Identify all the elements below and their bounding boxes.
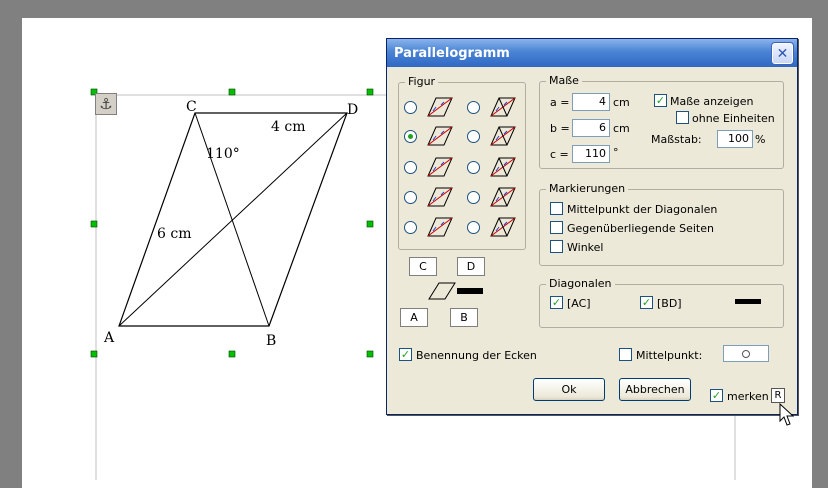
diagonal-bd-checkbox[interactable]: ✓ <box>640 296 653 309</box>
marker-opposite-sides-label: Gegenüberliegende Seiten <box>567 222 714 235</box>
figure-option-radio[interactable] <box>404 101 417 114</box>
diagonal-bd-label: [BD] <box>657 297 682 310</box>
diagonal-ac-checkbox[interactable]: ✓ <box>550 296 563 309</box>
markierungen-group-title: Markierungen <box>546 182 629 195</box>
vertex-label-c: C <box>186 99 197 115</box>
remember-checkbox[interactable]: ✓ <box>710 389 723 402</box>
vertex-label-b: B <box>266 333 277 349</box>
c-label: c = <box>550 148 569 161</box>
marker-angle-label: Winkel <box>567 241 604 254</box>
side-label-top: 4 cm <box>271 119 306 135</box>
parallelogram-variant-icon <box>490 187 516 207</box>
close-icon[interactable]: ✕ <box>772 43 793 64</box>
corner-box-b[interactable]: B <box>450 308 478 327</box>
a-unit: cm <box>613 96 630 109</box>
corner-box-d[interactable]: D <box>457 257 485 276</box>
figure-option-radio[interactable] <box>467 191 480 204</box>
r-button[interactable]: R <box>771 388 785 403</box>
dialog-titlebar[interactable]: Parallelogramm ✕ <box>387 39 797 67</box>
figure-option-radio[interactable] <box>467 101 480 114</box>
marker-opposite-sides-checkbox[interactable] <box>550 221 563 234</box>
corner-naming-label: Benennung der Ecken <box>416 349 537 362</box>
parallelogram-dialog: Parallelogramm ✕ Figur C D A B Maße a = … <box>386 38 798 415</box>
remember-label: merken <box>727 390 769 403</box>
vertex-label-d: D <box>347 102 359 118</box>
parallelogram-variant-icon <box>427 97 453 117</box>
no-units-label: ohne Einheiten <box>692 112 775 125</box>
figure-option-radio[interactable] <box>467 130 480 143</box>
figure-option-radio[interactable] <box>467 161 480 174</box>
masse-group-title: Maße <box>546 74 582 87</box>
figur-group-title: Figur <box>405 75 439 88</box>
figure-option-radio[interactable] <box>404 191 417 204</box>
parallelogram-variant-icon <box>490 157 516 177</box>
midpoint-checkbox[interactable] <box>619 348 632 361</box>
parallelogram-variant-icon <box>490 97 516 117</box>
a-label: a = <box>550 96 570 109</box>
marker-midpoint-label: Mittelpunkt der Diagonalen <box>567 203 718 216</box>
scale-unit: % <box>755 133 766 146</box>
scale-input[interactable]: 100 <box>717 130 753 148</box>
parallelogram-variant-icon <box>427 187 453 207</box>
diagonal-bd <box>194 112 270 327</box>
marker-midpoint-checkbox[interactable] <box>550 202 563 215</box>
c-input[interactable]: 110 <box>572 145 610 163</box>
angle-label: 110° <box>206 146 240 162</box>
dialog-title: Parallelogramm <box>394 45 510 61</box>
diagonalen-group-title: Diagonalen <box>546 277 615 290</box>
vertex-label-a: A <box>104 330 115 346</box>
parallelogram-variant-icon <box>427 217 453 237</box>
anchor-icon[interactable]: ⚓ <box>95 93 117 115</box>
marker-angle-checkbox[interactable] <box>550 240 563 253</box>
midpoint-label: Mittelpunkt: <box>636 349 703 362</box>
no-units-checkbox[interactable] <box>676 111 689 124</box>
selection-handles <box>90 88 374 358</box>
figure-option-radio[interactable] <box>404 221 417 234</box>
figure-option-radio[interactable] <box>467 221 480 234</box>
line-style-preview[interactable] <box>735 299 761 304</box>
b-unit: cm <box>613 122 630 135</box>
diagonal-ac-label: [AC] <box>567 297 591 310</box>
parallelogram-variant-icon <box>427 157 453 177</box>
parallelogram-variant-icon <box>490 217 516 237</box>
scale-label: Maßstab: <box>651 133 702 146</box>
c-unit: ° <box>613 146 619 159</box>
side-label-left: 6 cm <box>157 226 192 242</box>
parallelogram-variant-icon <box>490 126 516 146</box>
corner-preview-icon <box>428 282 483 300</box>
parallelogram-variant-icon <box>427 126 453 146</box>
circle-icon <box>742 349 750 358</box>
corner-naming-checkbox[interactable]: ✓ <box>399 348 412 361</box>
corner-box-c[interactable]: C <box>409 257 437 276</box>
ok-button[interactable]: Ok <box>533 378 605 401</box>
figure-option-radio[interactable] <box>404 130 417 143</box>
mouse-cursor-icon <box>779 403 795 426</box>
cancel-button[interactable]: Abbrechen <box>619 378 691 401</box>
b-input[interactable]: 6 <box>572 119 610 137</box>
corner-box-a[interactable]: A <box>400 308 428 327</box>
b-label: b = <box>550 122 570 135</box>
show-dims-checkbox[interactable]: ✓ <box>654 94 667 107</box>
figure-option-radio[interactable] <box>404 161 417 174</box>
diagonal-ac <box>118 112 348 327</box>
midpoint-style-preview[interactable] <box>723 345 769 362</box>
show-dims-label: Maße anzeigen <box>670 95 754 108</box>
a-input[interactable]: 4 <box>572 93 610 111</box>
